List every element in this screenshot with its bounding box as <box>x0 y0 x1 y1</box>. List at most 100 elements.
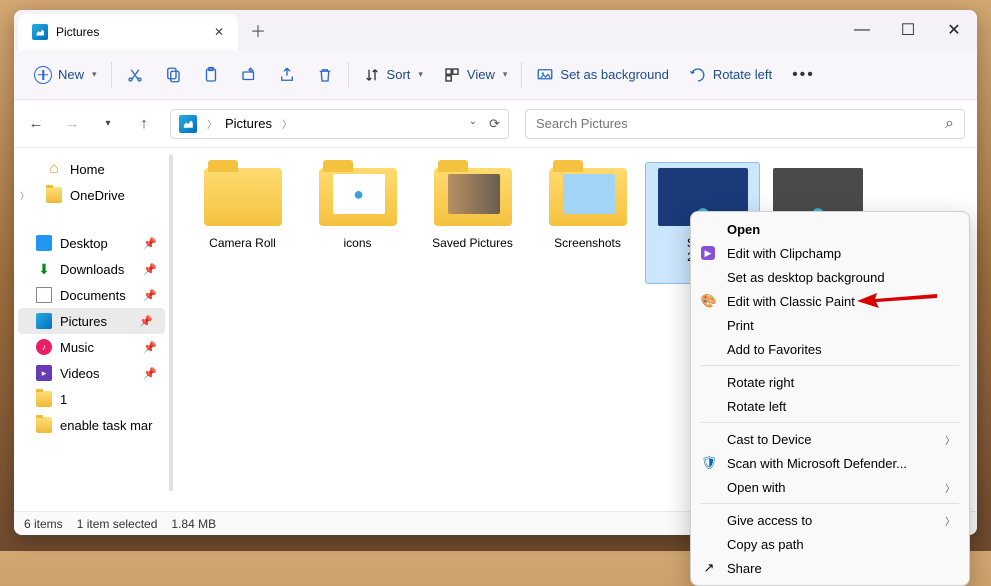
breadcrumb[interactable]: Pictures <box>225 116 272 131</box>
chevron-down-icon: ▾ <box>92 69 97 80</box>
folder-icon <box>319 168 397 226</box>
address-dropdown[interactable]: ⌄ <box>469 116 477 132</box>
recent-dropdown[interactable]: ▾ <box>98 118 118 129</box>
search-icon[interactable]: ⌕ <box>945 115 954 133</box>
search-input[interactable] <box>536 116 945 131</box>
menu-item-rotate-right[interactable]: Rotate right <box>691 370 969 394</box>
paint-icon: 🎨 <box>701 293 717 309</box>
view-icon <box>443 66 461 84</box>
search-box[interactable]: ⌕ <box>525 109 965 139</box>
folder-saved-pictures[interactable]: Saved Pictures <box>415 162 530 284</box>
menu-item-add-to-favorites[interactable]: Add to Favorites <box>691 337 969 361</box>
menu-item-edit-with-clipchamp[interactable]: ▶Edit with Clipchamp <box>691 241 969 265</box>
set-background-button[interactable]: Set as background <box>526 60 678 90</box>
pin-icon: 📌 <box>143 237 157 250</box>
tab-title: Pictures <box>56 25 99 39</box>
context-menu: Open▶Edit with ClipchampSet as desktop b… <box>690 211 970 586</box>
maximize-button[interactable]: ☐ <box>885 10 931 50</box>
pictures-icon <box>32 24 48 40</box>
sidebar-item-downloads[interactable]: Downloads📌 <box>14 256 169 282</box>
folder-icon <box>36 391 52 407</box>
sidebar-item-documents[interactable]: Documents📌 <box>14 282 169 308</box>
rename-icon <box>240 66 258 84</box>
splitter[interactable] <box>169 148 175 511</box>
clipchamp-icon: ▶ <box>701 246 715 260</box>
music-icon <box>36 339 52 355</box>
chevron-right-icon[interactable]: 〉 <box>20 189 29 202</box>
menu-item-scan-with-microsoft-defender-[interactable]: 🛡Scan with Microsoft Defender... <box>691 451 969 475</box>
folder-icon <box>46 187 62 203</box>
back-button[interactable]: ← <box>26 115 46 132</box>
address-bar[interactable]: 〉 Pictures 〉 ⌄ ⟳ <box>170 109 509 139</box>
folder-icon <box>36 417 52 433</box>
delete-button[interactable] <box>306 60 344 90</box>
close-button[interactable]: ✕ <box>931 10 977 50</box>
paste-button[interactable] <box>192 60 230 90</box>
more-icon: ••• <box>792 66 815 84</box>
share-button[interactable] <box>268 60 306 90</box>
sidebar-item-1[interactable]: 1 <box>14 386 169 412</box>
copy-button[interactable] <box>154 60 192 90</box>
chevron-right-icon: 〉 <box>282 116 292 131</box>
new-tab-button[interactable]: ＋ <box>238 10 278 50</box>
menu-item-set-as-desktop-background[interactable]: Set as desktop background <box>691 265 969 289</box>
sidebar-item-videos[interactable]: Videos📌 <box>14 360 169 386</box>
sidebar: Home 〉OneDrive Desktop📌 Downloads📌 Docum… <box>14 148 169 511</box>
menu-item-open-with[interactable]: Open with〉 <box>691 475 969 499</box>
clipboard-icon <box>202 66 220 84</box>
menu-item-print[interactable]: Print <box>691 313 969 337</box>
new-button[interactable]: New ▾ <box>24 60 107 90</box>
more-button[interactable]: ••• <box>782 60 825 90</box>
titlebar: Pictures ✕ ＋ — ☐ ✕ <box>14 10 977 50</box>
sidebar-item-pictures[interactable]: Pictures📌 <box>18 308 165 334</box>
tab-pictures[interactable]: Pictures ✕ <box>18 14 238 50</box>
folder-icon <box>434 168 512 226</box>
sort-button[interactable]: Sort ▾ <box>353 60 433 90</box>
rename-button[interactable] <box>230 60 268 90</box>
window-controls: — ☐ ✕ <box>839 10 977 50</box>
menu-item-cast-to-device[interactable]: Cast to Device〉 <box>691 427 969 451</box>
pictures-icon <box>36 313 52 329</box>
folder-camera-roll[interactable]: Camera Roll <box>185 162 300 284</box>
sidebar-item-music[interactable]: Music📌 <box>14 334 169 360</box>
video-icon <box>36 365 52 381</box>
menu-item-share[interactable]: ↗Share <box>691 556 969 580</box>
share-icon <box>278 66 296 84</box>
pin-icon: 📌 <box>139 315 153 328</box>
sidebar-item-enable-task[interactable]: enable task mar <box>14 412 169 438</box>
folder-screenshots[interactable]: Screenshots <box>530 162 645 284</box>
menu-item-copy-as-path[interactable]: Copy as path <box>691 532 969 556</box>
view-button[interactable]: View ▾ <box>433 60 517 90</box>
close-tab-icon[interactable]: ✕ <box>214 25 224 39</box>
minimize-button[interactable]: — <box>839 10 885 50</box>
menu-item-rotate-left[interactable]: Rotate left <box>691 394 969 418</box>
forward-button[interactable]: → <box>62 115 82 132</box>
pin-icon: 📌 <box>143 289 157 302</box>
sidebar-item-desktop[interactable]: Desktop📌 <box>14 230 169 256</box>
pictures-icon <box>179 115 197 133</box>
navbar: ← → ▾ ↑ 〉 Pictures 〉 ⌄ ⟳ ⌕ <box>14 100 977 148</box>
chevron-right-icon: 〉 <box>207 116 217 131</box>
menu-item-open[interactable]: Open <box>691 217 969 241</box>
pin-icon: 📌 <box>143 263 157 276</box>
menu-item-give-access-to[interactable]: Give access to〉 <box>691 508 969 532</box>
scissors-icon <box>126 66 144 84</box>
sidebar-onedrive[interactable]: 〉OneDrive <box>14 182 169 208</box>
rotate-left-button[interactable]: Rotate left <box>679 60 782 90</box>
folder-icon <box>549 168 627 226</box>
trash-icon <box>316 66 334 84</box>
up-button[interactable]: ↑ <box>134 115 154 132</box>
selection-count: 1 item selected <box>77 517 158 531</box>
download-icon <box>36 261 52 277</box>
refresh-button[interactable]: ⟳ <box>489 116 500 132</box>
toolbar: New ▾ Sort ▾ View ▾ Set as background Ro… <box>14 50 977 100</box>
sort-icon <box>363 66 381 84</box>
chevron-down-icon: ▾ <box>418 69 423 80</box>
menu-item-edit-with-classic-paint[interactable]: 🎨Edit with Classic Paint <box>691 289 969 313</box>
plus-icon <box>34 66 52 84</box>
chevron-right-icon: 〉 <box>945 480 955 495</box>
cut-button[interactable] <box>116 60 154 90</box>
sidebar-home[interactable]: Home <box>14 156 169 182</box>
folder-icons[interactable]: icons <box>300 162 415 284</box>
home-icon <box>46 161 62 177</box>
